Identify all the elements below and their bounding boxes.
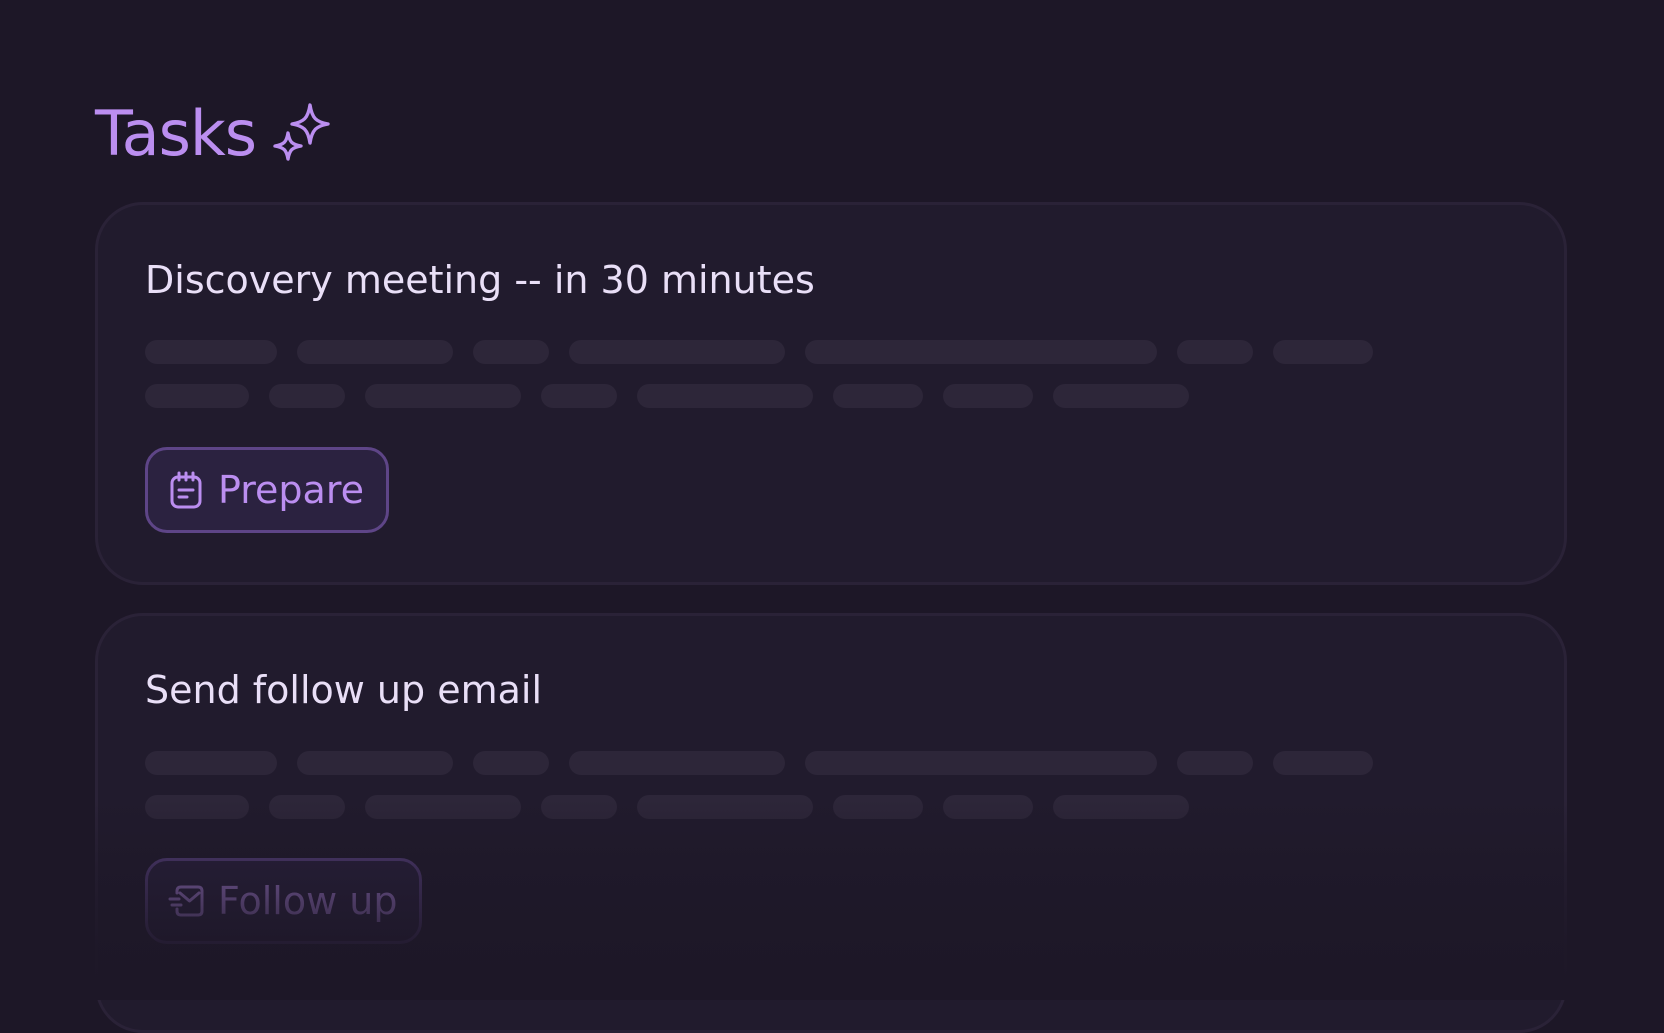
skeleton-block xyxy=(541,384,617,408)
skeleton-block xyxy=(943,795,1033,819)
prepare-button[interactable]: Prepare xyxy=(145,447,389,533)
task-title: Discovery meeting -- in 30 minutes xyxy=(145,258,815,302)
task-title: Send follow up email xyxy=(145,668,543,712)
skeleton-line xyxy=(145,384,1189,408)
skeleton-block xyxy=(637,795,813,819)
skeleton-block xyxy=(1273,340,1373,364)
skeleton-block xyxy=(1177,340,1253,364)
skeleton-block xyxy=(145,751,277,775)
skeleton-block xyxy=(269,384,345,408)
page-title: Tasks xyxy=(95,97,257,170)
skeleton-block xyxy=(805,751,1157,775)
skeleton-block xyxy=(943,384,1033,408)
skeleton-block xyxy=(297,340,453,364)
skeleton-block xyxy=(297,751,453,775)
skeleton-block xyxy=(473,340,549,364)
follow-up-button-label: Follow up xyxy=(218,879,398,923)
skeleton-block xyxy=(569,340,785,364)
prepare-button-label: Prepare xyxy=(218,468,364,512)
skeleton-line xyxy=(145,751,1373,775)
skeleton-block xyxy=(1053,795,1189,819)
skeleton-line xyxy=(145,340,1373,364)
skeleton-block xyxy=(269,795,345,819)
skeleton-block xyxy=(145,384,249,408)
skeleton-block xyxy=(833,795,923,819)
skeleton-block xyxy=(365,795,521,819)
task-card: Discovery meeting -- in 30 minutes Prepa… xyxy=(95,202,1567,585)
notepad-icon xyxy=(170,471,202,509)
skeleton-block xyxy=(145,795,249,819)
skeleton-block xyxy=(145,340,277,364)
skeleton-block xyxy=(473,751,549,775)
skeleton-block xyxy=(637,384,813,408)
skeleton-block xyxy=(365,384,521,408)
skeleton-block xyxy=(833,384,923,408)
task-card: Send follow up email Follow up xyxy=(95,613,1567,1033)
skeleton-block xyxy=(541,795,617,819)
skeleton-block xyxy=(1273,751,1373,775)
skeleton-block xyxy=(569,751,785,775)
mail-send-icon xyxy=(168,885,204,917)
skeleton-line xyxy=(145,795,1189,819)
skeleton-block xyxy=(805,340,1157,364)
tasks-header: Tasks xyxy=(95,96,334,172)
skeleton-block xyxy=(1053,384,1189,408)
skeleton-block xyxy=(1177,751,1253,775)
tasks-page: Tasks Discovery meeting -- in 30 minutes xyxy=(0,0,1664,1033)
follow-up-button[interactable]: Follow up xyxy=(145,858,423,944)
sparkles-icon xyxy=(273,103,330,161)
